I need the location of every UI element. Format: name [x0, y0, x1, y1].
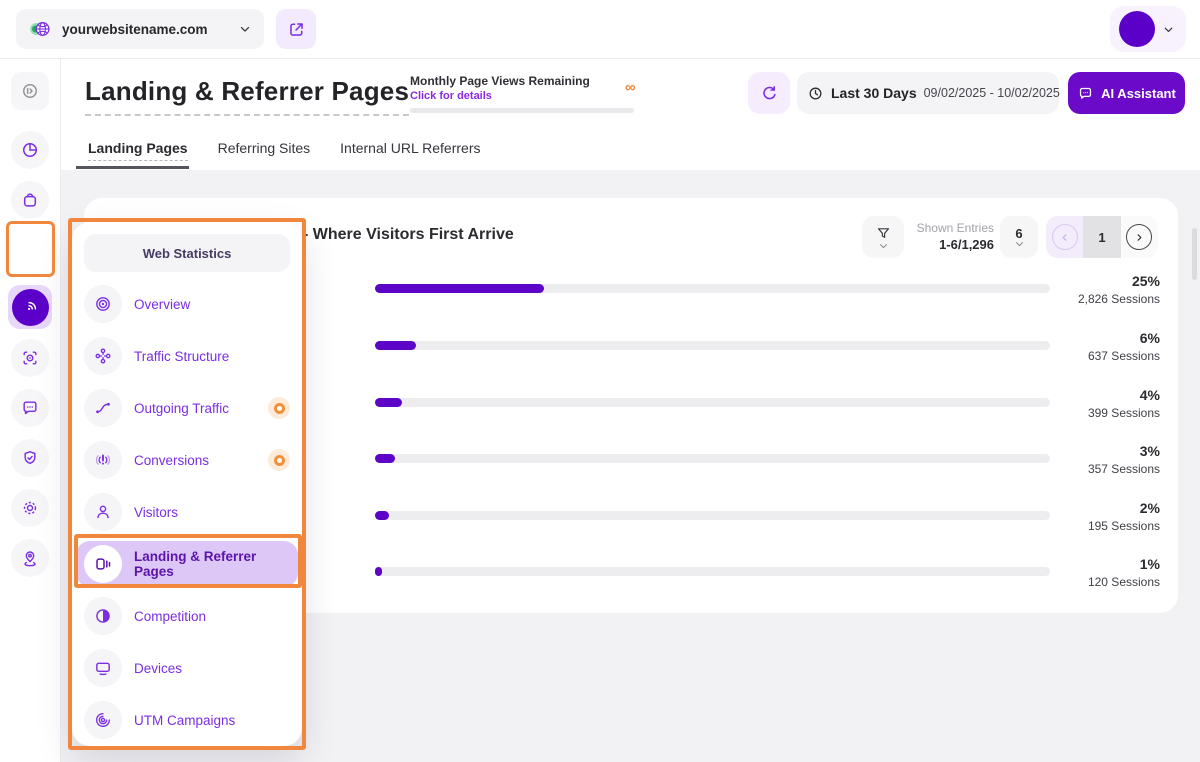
shown-entries-label: Shown Entries: [906, 221, 994, 235]
menu-item-traffic-structure[interactable]: Traffic Structure: [72, 330, 302, 382]
nodes-icon: [84, 337, 122, 375]
flyout-title: Web Statistics: [84, 234, 290, 272]
chevron-down-icon: [1015, 241, 1024, 248]
chevron-down-icon: [238, 22, 252, 36]
refresh-button[interactable]: [748, 72, 790, 114]
page-title: Landing & Referrer Pages: [85, 76, 409, 116]
chevron-down-icon: [879, 243, 888, 250]
bar-track: [375, 454, 1050, 463]
shown-entries-value: 1-6/1,296: [906, 237, 994, 252]
refresh-icon: [760, 84, 779, 103]
bar-fill: [375, 567, 382, 576]
location-pin-icon[interactable]: [11, 539, 49, 577]
menu-item-visitors[interactable]: Visitors: [72, 486, 302, 538]
next-page-button[interactable]: [1121, 216, 1158, 258]
bar-fill: [375, 398, 402, 407]
bar-fill: [375, 511, 389, 520]
menu-item-overview[interactable]: Overview: [72, 278, 302, 330]
website-selector[interactable]: yourwebsitename.com: [16, 9, 264, 49]
bar-fill: [375, 454, 395, 463]
icon-rail: [0, 58, 61, 762]
bar-value-label: 25%2,826 Sessions: [1040, 273, 1160, 306]
date-range-value: 09/02/2025 - 10/02/2025: [924, 86, 1060, 100]
ai-assistant-label: AI Assistant: [1101, 86, 1176, 101]
session-recording-icon[interactable]: [11, 339, 49, 377]
globe-icon: [28, 17, 52, 41]
person-icon: [84, 493, 122, 531]
settings-gear-icon[interactable]: [11, 489, 49, 527]
app-root: yourwebsitename.com: [0, 0, 1200, 762]
pagination: 1: [1046, 216, 1158, 258]
menu-item-competition[interactable]: Competition: [72, 590, 302, 642]
tab-referring-sites[interactable]: Referring Sites: [218, 140, 311, 156]
chevron-down-icon: [1162, 23, 1175, 36]
filter-button[interactable]: [862, 216, 904, 258]
bar-fill: [375, 284, 544, 293]
menu-item-utm-campaigns[interactable]: UTM Campaigns: [72, 694, 302, 746]
notification-badge: [268, 449, 290, 471]
current-page-indicator[interactable]: 1: [1083, 216, 1120, 258]
ai-chat-icon: [1077, 85, 1094, 102]
spiral-icon: [84, 701, 122, 739]
arrow-left-icon: [1052, 224, 1078, 250]
clock-icon: [807, 85, 824, 102]
bar-track: [375, 567, 1050, 576]
pie-chart-icon[interactable]: [11, 131, 49, 169]
bullseye-icon: [84, 285, 122, 323]
avatar: [1119, 11, 1155, 47]
bar-value-label: 3%357 Sessions: [1040, 443, 1160, 476]
contrast-circle-icon: [84, 597, 122, 635]
tab-internal-url-referrers[interactable]: Internal URL Referrers: [340, 140, 480, 156]
web-statistics-rail-item[interactable]: [8, 285, 52, 329]
landing-pages-icon: [84, 545, 122, 583]
collapse-panel-icon[interactable]: [11, 72, 49, 110]
ai-assistant-button[interactable]: AI Assistant: [1068, 72, 1185, 114]
monitor-icon: [84, 649, 122, 687]
bar-value-label: 1%120 Sessions: [1040, 556, 1160, 589]
web-statistics-flyout: Web Statistics Overview Traffic Structur…: [72, 222, 302, 746]
previous-page-button: [1046, 216, 1083, 258]
arrow-right-icon: [1126, 224, 1152, 250]
tab-landing-pages[interactable]: Landing Pages: [88, 140, 188, 156]
scrollbar-thumb[interactable]: [1192, 228, 1197, 280]
menu-item-outgoing-traffic[interactable]: Outgoing Traffic: [72, 382, 302, 434]
privacy-shield-icon[interactable]: [11, 439, 49, 477]
user-menu[interactable]: [1110, 6, 1186, 52]
infinity-icon: ∞: [625, 79, 636, 96]
tab-bar: Landing Pages Referring Sites Internal U…: [88, 140, 480, 156]
shopping-bag-icon[interactable]: [11, 181, 49, 219]
announcement-icon: [84, 441, 122, 479]
date-preset-label: Last 30 Days: [831, 85, 917, 101]
bar-track: [375, 284, 1050, 293]
page-size-selector[interactable]: 6: [1000, 216, 1038, 258]
date-range-selector[interactable]: Last 30 Days 09/02/2025 - 10/02/2025: [797, 72, 1059, 114]
menu-item-devices[interactable]: Devices: [72, 642, 302, 694]
chart-title: - Where Visitors First Arrive: [303, 226, 514, 244]
bar-track: [375, 398, 1050, 407]
page-size-value: 6: [1015, 226, 1022, 241]
bar-value-label: 4%399 Sessions: [1040, 387, 1160, 420]
route-icon: [84, 389, 122, 427]
bar-value-label: 2%195 Sessions: [1040, 500, 1160, 533]
notification-badge: [268, 397, 290, 419]
bar-track: [375, 341, 1050, 350]
open-website-button[interactable]: [276, 9, 316, 49]
web-statistics-radar-icon: [12, 289, 49, 326]
shown-entries: Shown Entries 1-6/1,296: [906, 221, 994, 252]
active-tab-underline: [76, 166, 189, 169]
bar-track: [375, 511, 1050, 520]
website-name: yourwebsitename.com: [62, 22, 228, 37]
bar-value-label: 6%637 Sessions: [1040, 330, 1160, 363]
top-bar: yourwebsitename.com: [0, 0, 1200, 59]
quota-details-link[interactable]: Click for details: [410, 90, 492, 102]
menu-item-landing-referrer-pages[interactable]: Landing & Referrer Pages: [76, 541, 298, 587]
menu-item-conversions[interactable]: Conversions: [72, 434, 302, 486]
external-link-icon: [287, 20, 306, 39]
funnel-icon: [875, 225, 892, 242]
quota-label: Monthly Page Views Remaining: [410, 74, 590, 88]
bar-fill: [375, 341, 416, 350]
quota-progress-bar: [410, 108, 634, 113]
chat-icon[interactable]: [11, 389, 49, 427]
